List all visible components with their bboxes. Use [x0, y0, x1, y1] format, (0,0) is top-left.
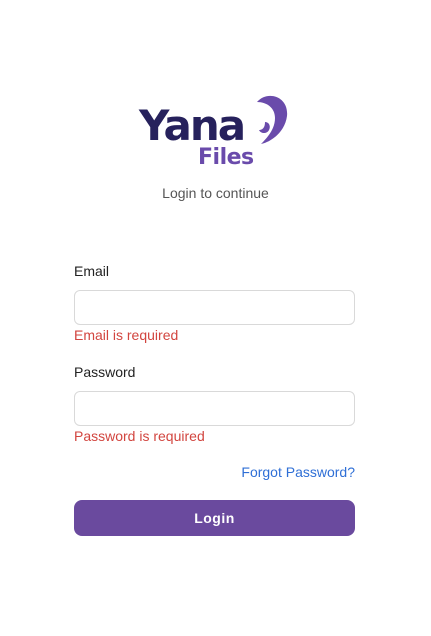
login-subtitle: Login to continue	[162, 185, 269, 201]
email-error: Email is required	[74, 327, 179, 343]
forgot-password-link[interactable]: Forgot Password?	[241, 464, 355, 480]
email-label: Email	[74, 263, 110, 279]
app-logo: Yana Files	[139, 92, 289, 174]
login-page: Yana Files Login to continue Email Email…	[0, 0, 431, 636]
password-error: Password is required	[74, 428, 205, 444]
yana-swirl-icon	[257, 95, 288, 144]
logo-wordmark: Yana	[139, 101, 246, 150]
email-field[interactable]	[74, 290, 355, 325]
password-label: Password	[74, 364, 136, 380]
password-field[interactable]	[74, 391, 355, 426]
logo-subtitle: Files	[198, 145, 254, 170]
login-button[interactable]: Login	[74, 500, 355, 536]
